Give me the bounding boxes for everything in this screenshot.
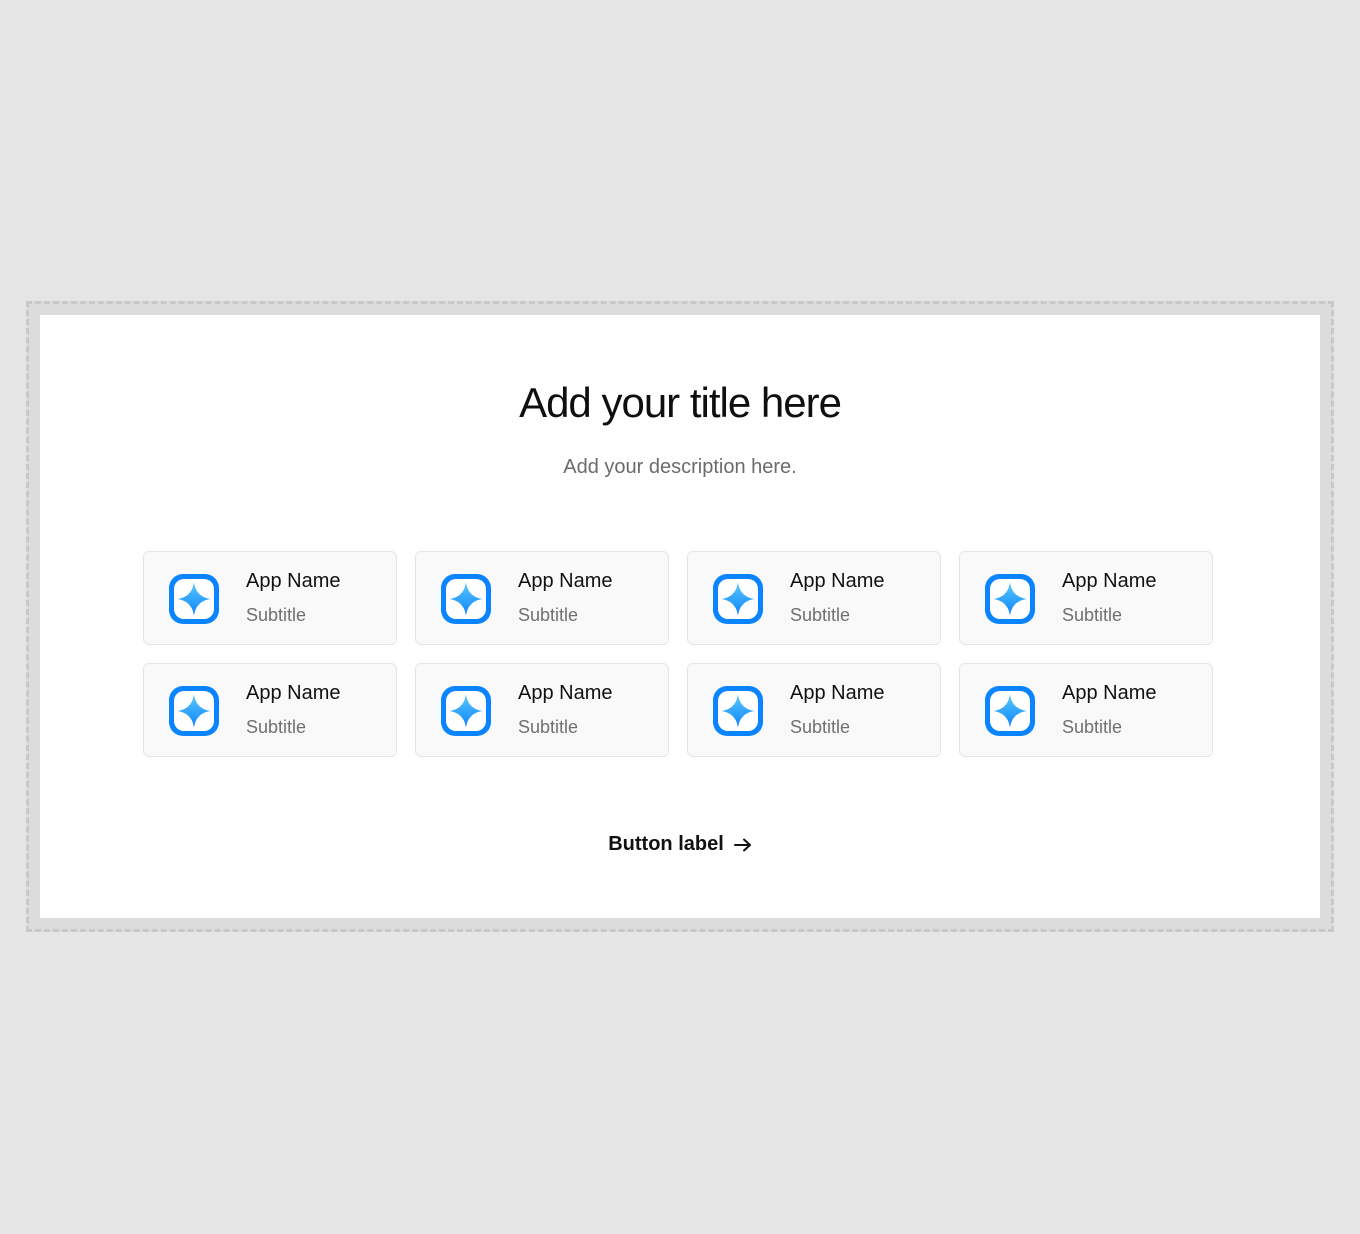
app-name: App Name [790, 682, 885, 704]
app-name: App Name [790, 570, 885, 592]
sparkle-app-icon [440, 573, 492, 625]
app-name: App Name [246, 570, 341, 592]
cta-button-label: Button label [608, 833, 724, 855]
app-subtitle: Subtitle [790, 605, 851, 625]
app-name: App Name [518, 570, 613, 592]
app-subtitle: Subtitle [246, 605, 307, 625]
page-description: Add your description here. [563, 456, 797, 478]
sparkle-app-icon [984, 685, 1036, 737]
arrow-right-icon [733, 838, 752, 852]
app-subtitle: Subtitle [518, 717, 579, 737]
app-name: App Name [1062, 570, 1157, 592]
cta-button[interactable]: Button label [602, 829, 758, 860]
app-name: App Name [246, 682, 341, 704]
app-card[interactable]: App Name Subtitle [687, 551, 941, 645]
app-subtitle: Subtitle [790, 717, 851, 737]
app-subtitle: Subtitle [518, 605, 579, 625]
section-frame: Add your title here Add your description… [26, 301, 1334, 932]
page-title: Add your title here [519, 379, 842, 426]
sparkle-app-icon [712, 573, 764, 625]
app-grid: App Name Subtitle App Name Subtitle App … [143, 551, 1215, 757]
app-card[interactable]: App Name Subtitle [959, 663, 1213, 757]
app-card[interactable]: App Name Subtitle [959, 551, 1213, 645]
app-card[interactable]: App Name Subtitle [415, 663, 669, 757]
app-name: App Name [1062, 682, 1157, 704]
sparkle-app-icon [440, 685, 492, 737]
cta-row: Button label [40, 829, 1320, 860]
sparkle-app-icon [984, 573, 1036, 625]
sparkle-app-icon [168, 573, 220, 625]
app-name: App Name [518, 682, 613, 704]
sparkle-app-icon [168, 685, 220, 737]
app-card[interactable]: App Name Subtitle [143, 663, 397, 757]
app-subtitle: Subtitle [1062, 605, 1123, 625]
sparkle-app-icon [712, 685, 764, 737]
content-panel: Add your title here Add your description… [40, 315, 1320, 918]
app-subtitle: Subtitle [1062, 717, 1123, 737]
app-card[interactable]: App Name Subtitle [415, 551, 669, 645]
app-subtitle: Subtitle [246, 717, 307, 737]
app-card[interactable]: App Name Subtitle [687, 663, 941, 757]
app-card[interactable]: App Name Subtitle [143, 551, 397, 645]
